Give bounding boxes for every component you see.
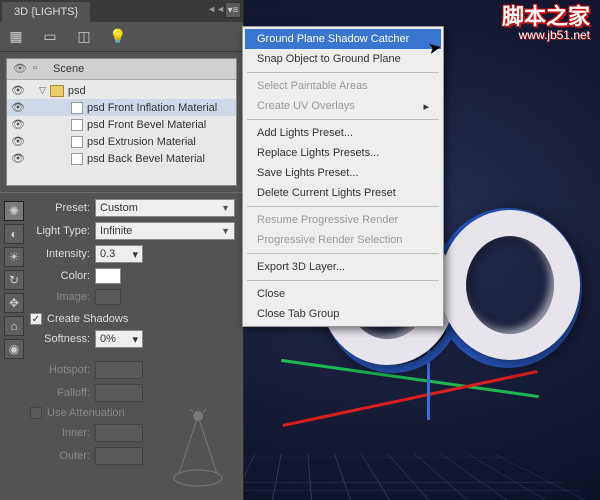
chevron-down-icon: ▾ [132, 248, 138, 261]
material-icon [71, 102, 83, 114]
menu-item: Resume Progressive Render [245, 210, 441, 230]
filter-material-icon[interactable]: ◫ [74, 27, 94, 47]
tool-light-spot[interactable]: ◐ [4, 224, 24, 244]
menu-separator [247, 253, 439, 254]
tree-body: 👁 ▽ psd 👁 psd Front Inflation Material 👁 ps… [7, 80, 236, 169]
color-swatch[interactable] [95, 268, 121, 284]
tool-light-point[interactable]: ✺ [4, 201, 24, 221]
attenuation-checkbox [30, 407, 42, 419]
color-label: Color: [30, 270, 90, 282]
tool-light-rotate[interactable]: ↻ [4, 270, 24, 290]
menu-item: Select Paintable Areas [245, 76, 441, 96]
eye-icon[interactable]: 👁 [11, 118, 25, 131]
scene-header-label: Scene [53, 63, 84, 75]
filter-all-icon[interactable]: ▦ [6, 27, 26, 47]
filter-mesh-icon[interactable]: ▭ [40, 27, 60, 47]
menu-item[interactable]: Save Lights Preset... [245, 163, 441, 183]
link-icon: ▫ [33, 62, 47, 76]
tree-material-row[interactable]: 👁 psd Front Bevel Material [7, 116, 236, 133]
inner-label: Inner: [30, 427, 90, 439]
panel-tabbar: 3D {LIGHTS} ◄◄ ▾≡ [0, 0, 243, 22]
chevron-down-icon: ▼ [221, 226, 230, 236]
tree-material-row[interactable]: 👁 psd Extrusion Material [7, 133, 236, 150]
lighttype-label: Light Type: [30, 225, 90, 237]
material-label: psd Back Bevel Material [87, 153, 205, 165]
hotspot-input [95, 361, 143, 379]
preset-select[interactable]: Custom▼ [95, 199, 235, 217]
menu-separator [247, 206, 439, 207]
softness-label: Softness: [30, 333, 90, 345]
menu-item: Create UV Overlays ▸ [245, 96, 441, 116]
intensity-input[interactable]: 0.3▾ [95, 245, 143, 263]
tree-root-label: psd [68, 85, 86, 97]
panel-menu-button[interactable]: ▾≡ [225, 2, 241, 18]
falloff-input [95, 384, 143, 402]
tree-root[interactable]: 👁 ▽ psd [7, 82, 236, 99]
inner-input [95, 424, 143, 442]
tool-light-infinite[interactable]: ☀ [4, 247, 24, 267]
tool-light-home[interactable]: ⌂ [4, 316, 24, 336]
material-label: psd Extrusion Material [87, 136, 196, 148]
chevron-down-icon: ▼ [221, 203, 230, 213]
material-icon [71, 136, 83, 148]
outer-input [95, 447, 143, 465]
menu-separator [247, 119, 439, 120]
create-shadows-label: Create Shadows [47, 313, 128, 325]
panel-tab[interactable]: 3D {LIGHTS} [2, 2, 90, 23]
folder-icon [50, 85, 64, 97]
panel-flyout-menu: Ground Plane Shadow CatcherSnap Object t… [242, 26, 444, 327]
chevron-down-icon: ▾ [132, 333, 138, 346]
menu-item[interactable]: Ground Plane Shadow Catcher [245, 29, 441, 49]
3d-panel: 3D {LIGHTS} ◄◄ ▾≡ ▦ ▭ ◫ 💡 👁 ▫ Scene 👁 ▽ … [0, 0, 244, 500]
light-diagram [171, 408, 225, 488]
menu-item: Progressive Render Selection [245, 230, 441, 250]
scene-header: 👁 ▫ Scene [7, 59, 236, 80]
eye-icon[interactable]: 👁 [11, 152, 25, 165]
watermark-url: www.jb51.net [502, 28, 590, 42]
menu-item[interactable]: Add Lights Preset... [245, 123, 441, 143]
menu-item[interactable]: Replace Lights Presets... [245, 143, 441, 163]
tool-light-toggle[interactable]: ◉ [4, 339, 24, 359]
softness-input[interactable]: 0%▾ [95, 330, 143, 348]
tree-material-row[interactable]: 👁 psd Back Bevel Material [7, 150, 236, 167]
menu-item[interactable]: Close [245, 284, 441, 304]
image-swatch [95, 289, 121, 305]
image-label: Image: [30, 291, 90, 303]
create-shadows-checkbox[interactable]: ✓ [30, 313, 42, 325]
watermark: 脚本之家 www.jb51.net [502, 6, 590, 42]
eye-icon[interactable]: 👁 [11, 101, 25, 114]
filter-light-icon[interactable]: 💡 [108, 27, 128, 47]
menu-item[interactable]: Export 3D Layer... [245, 257, 441, 277]
lighttype-select[interactable]: Infinite▼ [95, 222, 235, 240]
tree-material-row[interactable]: 👁 psd Front Inflation Material [7, 99, 236, 116]
eye-icon: 👁 [13, 62, 27, 76]
disclosure-icon[interactable]: ▽ [39, 85, 46, 96]
material-icon [71, 153, 83, 165]
collapse-icon[interactable]: ◄◄ [207, 4, 225, 14]
falloff-label: Falloff: [30, 387, 90, 399]
outer-label: Outer: [30, 450, 90, 462]
intensity-label: Intensity: [30, 248, 90, 260]
filter-iconrow: ▦ ▭ ◫ 💡 [0, 22, 243, 52]
scene-tree: 👁 ▫ Scene 👁 ▽ psd 👁 psd Front Inflation M… [6, 58, 237, 186]
eye-icon[interactable]: 👁 [11, 135, 25, 148]
material-label: psd Front Inflation Material [87, 102, 217, 114]
watermark-title: 脚本之家 [502, 6, 590, 28]
attenuation-label: Use Attenuation [47, 407, 125, 419]
eye-icon[interactable]: 👁 [11, 84, 25, 97]
tool-light-pan[interactable]: ✥ [4, 293, 24, 313]
preset-label: Preset: [30, 202, 90, 214]
tool-column: ✺ ◐ ☀ ↻ ✥ ⌂ ◉ [4, 199, 26, 470]
material-label: psd Front Bevel Material [87, 119, 206, 131]
menu-item[interactable]: Delete Current Lights Preset [245, 183, 441, 203]
menu-separator [247, 280, 439, 281]
hotspot-label: Hotspot: [30, 364, 90, 376]
submenu-arrow-icon: ▸ [423, 100, 429, 113]
material-icon [71, 119, 83, 131]
menu-item[interactable]: Close Tab Group [245, 304, 441, 324]
menu-separator [247, 72, 439, 73]
menu-item[interactable]: Snap Object to Ground Plane [245, 49, 441, 69]
